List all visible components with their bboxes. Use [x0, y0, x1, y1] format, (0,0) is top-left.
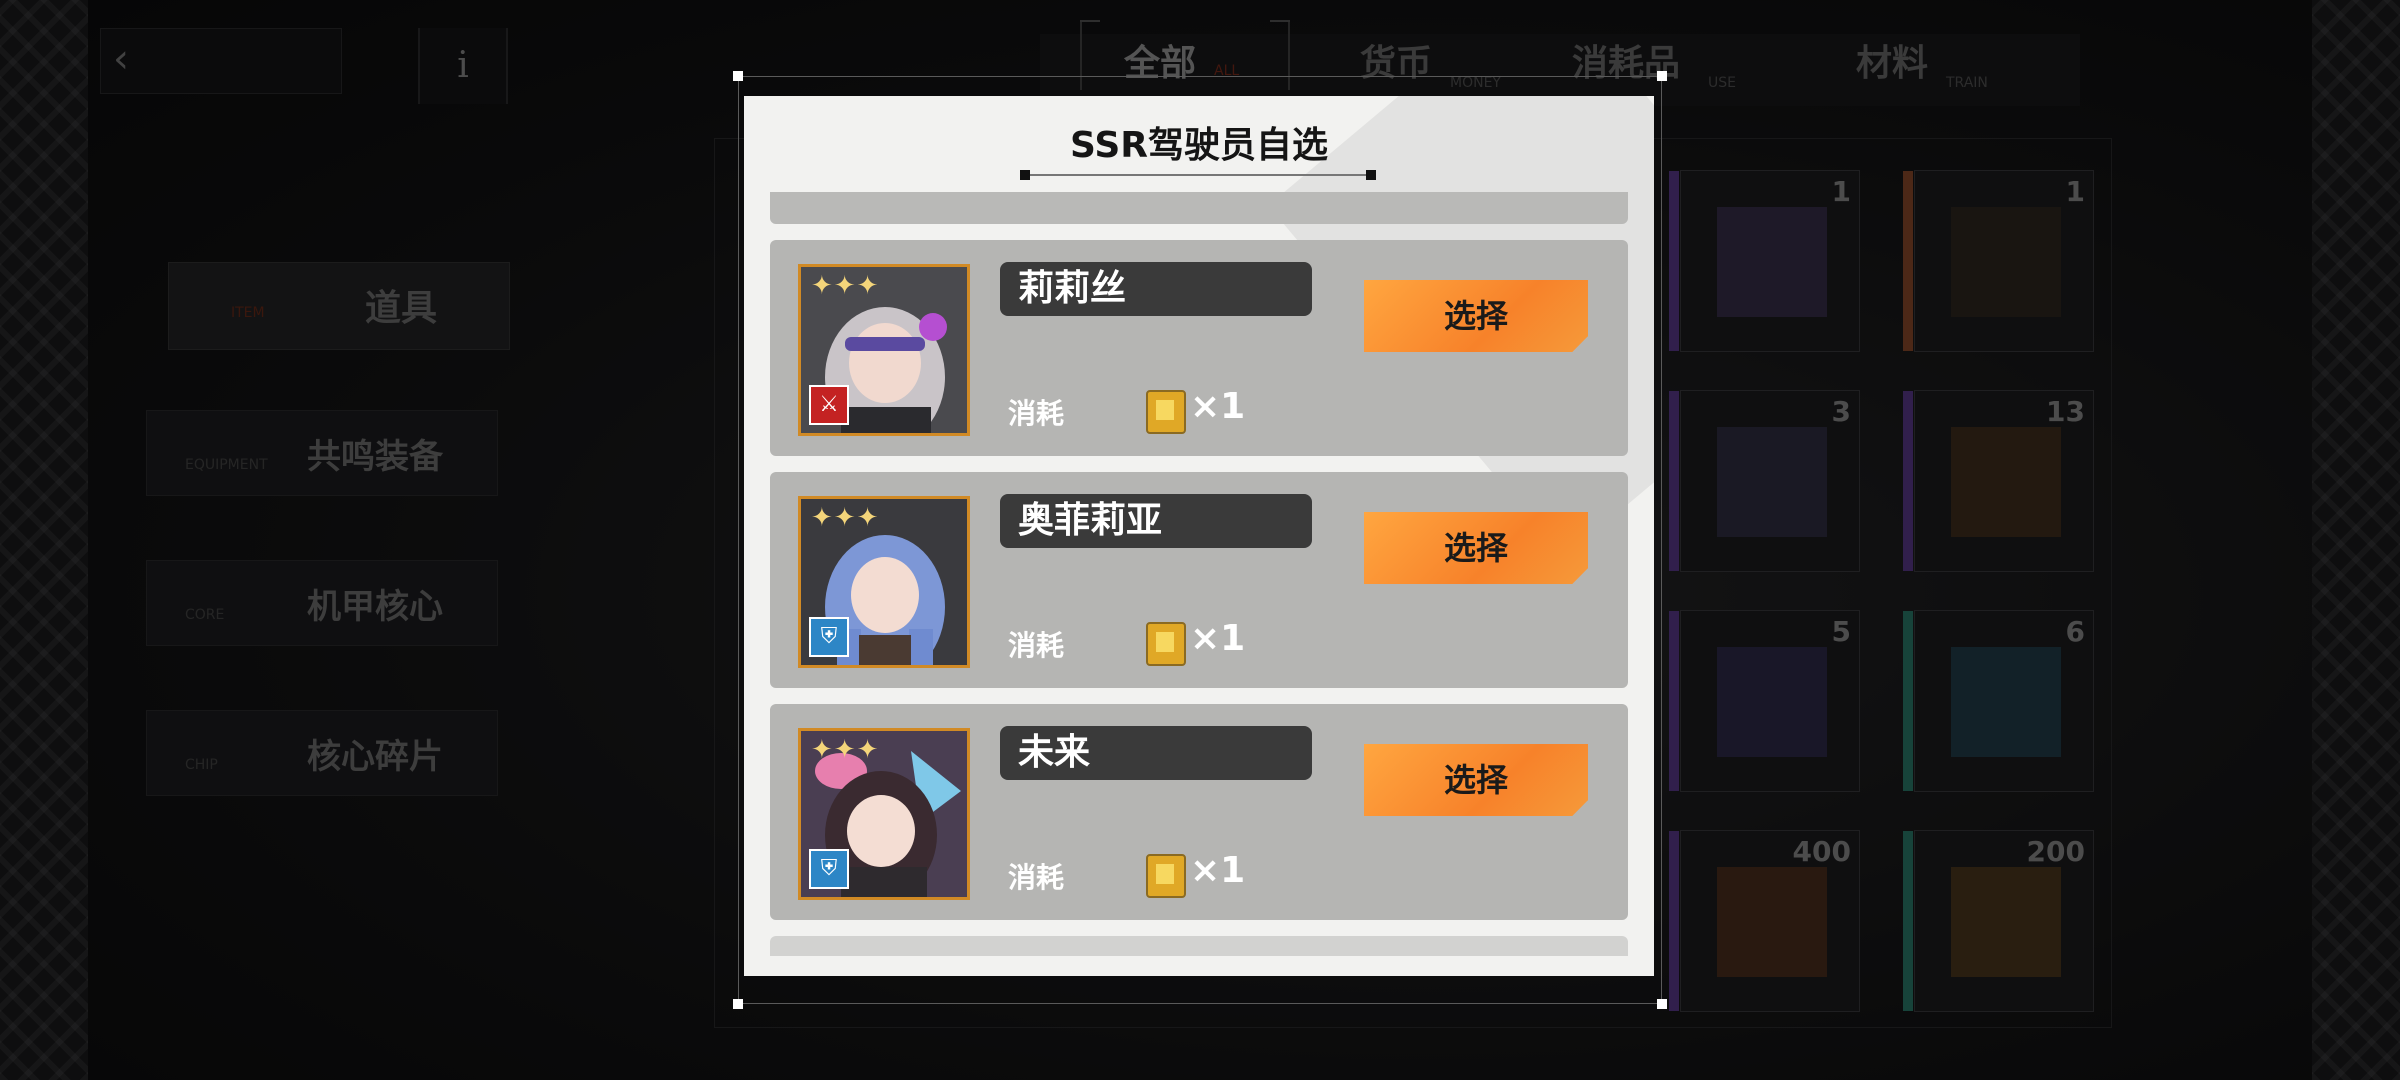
- shield-class-icon: ⛨: [809, 849, 849, 889]
- dialog-title: SSR驾驶员自选: [1070, 125, 1328, 166]
- list-item: ✦✦✦ ⛨ 奥菲莉亚 消耗 ×1 选择: [770, 472, 1628, 688]
- pilot-name: 奥菲莉亚: [1000, 494, 1312, 548]
- rarity-stars: ✦✦✦: [811, 271, 880, 301]
- list-item-partial: [770, 936, 1628, 956]
- cost-label: 消耗: [1008, 629, 1065, 662]
- select-button[interactable]: 选择: [1364, 512, 1588, 584]
- select-button[interactable]: 选择: [1364, 744, 1588, 816]
- list-item: ✦✦✦ ⚔ 莉莉丝 消耗 ×1 选择: [770, 240, 1628, 456]
- pilot-name: 未来: [1000, 726, 1312, 780]
- ticket-icon: [1146, 390, 1186, 434]
- ssr-pilot-select-dialog: SSR驾驶员自选 ✦✦✦ ⚔ 莉莉丝 消耗 ×1 选择 ✦✦✦ ⛨ 奥菲莉亚 消…: [744, 96, 1654, 976]
- pilot-name: 莉莉丝: [1000, 262, 1312, 316]
- pilot-portrait[interactable]: ✦✦✦ ⛨: [798, 728, 970, 900]
- cost-quantity: ×1: [1190, 618, 1246, 659]
- cost-quantity: ×1: [1190, 386, 1246, 427]
- rarity-stars: ✦✦✦: [811, 503, 880, 533]
- shield-class-icon: ⛨: [809, 617, 849, 657]
- cost-quantity: ×1: [1190, 850, 1246, 891]
- cost-label: 消耗: [1008, 397, 1065, 430]
- cost-label: 消耗: [1008, 861, 1065, 894]
- list-item: ✦✦✦ ⛨ 未来 消耗 ×1 选择: [770, 704, 1628, 920]
- pilot-list[interactable]: ✦✦✦ ⚔ 莉莉丝 消耗 ×1 选择 ✦✦✦ ⛨ 奥菲莉亚 消耗 ×1 选择 ✦…: [770, 192, 1628, 976]
- pilot-portrait[interactable]: ✦✦✦ ⚔: [798, 264, 970, 436]
- frame-corner: [733, 71, 743, 81]
- pilot-portrait[interactable]: ✦✦✦ ⛨: [798, 496, 970, 668]
- select-button[interactable]: 选择: [1364, 280, 1588, 352]
- title-underline: [1020, 170, 1376, 180]
- ticket-icon: [1146, 622, 1186, 666]
- frame-corner: [1657, 999, 1667, 1009]
- list-item-partial: [770, 192, 1628, 224]
- rarity-stars: ✦✦✦: [811, 735, 880, 765]
- ticket-icon: [1146, 854, 1186, 898]
- frame-corner: [733, 999, 743, 1009]
- frame-corner: [1657, 71, 1667, 81]
- sword-class-icon: ⚔: [809, 385, 849, 425]
